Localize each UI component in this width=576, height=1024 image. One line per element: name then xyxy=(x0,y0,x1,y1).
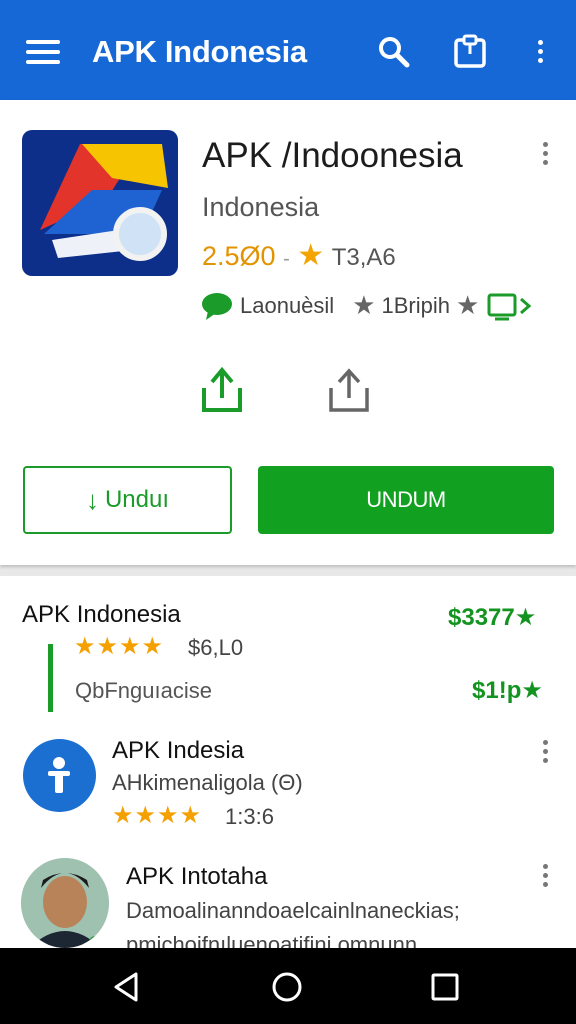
list-item-title: APK Indesia xyxy=(112,737,245,764)
app-bar-title: APK Indonesia xyxy=(92,34,307,69)
app-icon-circle xyxy=(23,739,96,812)
rating-stars: ★★★★ xyxy=(74,633,165,660)
back-icon[interactable] xyxy=(110,970,142,1004)
search-icon[interactable] xyxy=(374,32,414,72)
clipboard-icon[interactable] xyxy=(450,32,490,72)
update-icon[interactable] xyxy=(200,364,244,414)
list-item-title: APK Intotaha xyxy=(126,863,268,890)
gray-star-icon: ★ xyxy=(352,290,376,320)
rating-dash: - xyxy=(283,248,290,270)
app-more-icon[interactable] xyxy=(540,142,550,170)
person-photo xyxy=(21,858,109,948)
section-desc: QbFnguıacise xyxy=(75,678,212,703)
price-2: $1!p★ xyxy=(472,677,543,704)
download-arrow-icon: ↓ xyxy=(85,484,99,515)
green-divider xyxy=(48,644,53,712)
app-subtitle: Indonesia xyxy=(202,192,320,222)
list-item-line1: Damoalinanndoaelcainlnaneckias; xyxy=(126,898,460,923)
review-count: T3,A6 xyxy=(331,244,396,271)
list-item-more-icon[interactable] xyxy=(540,740,550,768)
app-bar: APK Indonesia xyxy=(0,0,576,100)
download-outline-button[interactable]: ↓ Unduı xyxy=(23,466,232,534)
system-nav-bar xyxy=(0,948,576,1024)
badge-row: Laonuèsil ★ 1Bripih ★ xyxy=(200,290,533,321)
star-icon: ★ xyxy=(297,239,325,272)
chat-bubble-icon xyxy=(202,292,232,320)
list-item-more-icon[interactable] xyxy=(540,864,550,892)
list-item-stars: ★★★★ xyxy=(112,802,203,829)
device-icon xyxy=(487,293,532,320)
list-item-sub: AHkimenaligola (Θ) xyxy=(112,770,303,795)
rating-value: 2.5Ø0 xyxy=(202,241,276,271)
app-title: APK /Indoonesia xyxy=(202,136,463,175)
share-icon[interactable] xyxy=(326,366,372,414)
recents-icon[interactable] xyxy=(430,972,460,1002)
rating-row: 2.5Ø0 - ★ T3,A6 xyxy=(202,238,396,273)
gray-star-icon-2: ★ xyxy=(455,290,480,320)
badge-label-2: 1Bripih xyxy=(381,292,450,318)
avatar xyxy=(21,858,109,948)
price-1: $3377★ xyxy=(448,604,537,631)
list-item-count: 1:3:6 xyxy=(225,804,274,829)
section-title: APK Indonesia xyxy=(22,601,181,628)
download-outline-label: Unduı xyxy=(104,486,170,513)
app-logo xyxy=(22,130,178,276)
rating-stars-text: $6,L0 xyxy=(188,635,244,660)
download-button[interactable]: UNDUM xyxy=(258,466,554,534)
person-icon xyxy=(48,757,70,793)
badge-label-1: Laonuèsil xyxy=(240,292,335,318)
home-icon[interactable] xyxy=(270,970,304,1004)
download-button-label: UNDUM xyxy=(366,487,446,512)
menu-icon[interactable] xyxy=(26,40,60,66)
more-vert-icon[interactable] xyxy=(535,40,545,68)
